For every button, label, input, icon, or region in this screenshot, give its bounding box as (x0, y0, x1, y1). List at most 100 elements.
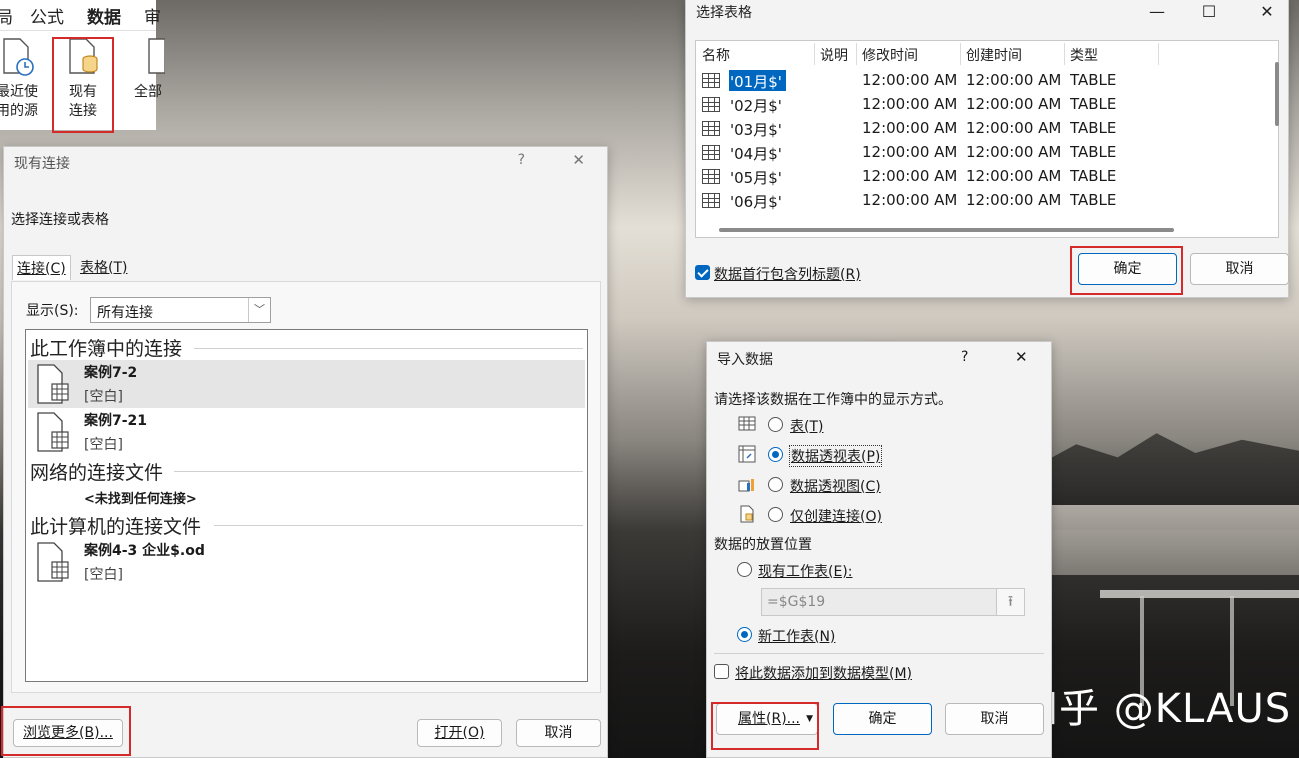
connection-name: 案例7-21 (84, 413, 148, 429)
column-header[interactable]: 说明 (820, 45, 848, 65)
existing-connections-button[interactable]: 现有 连接 (58, 37, 108, 121)
ribbon-tab-layout[interactable]: 局 (0, 3, 13, 28)
connections-list[interactable]: 此工作簿中的连接 案例7-2 [空白] 案例7-21 [空白] 网络的连接文件 … (25, 329, 588, 682)
group-divider (194, 348, 583, 349)
close-icon[interactable]: ✕ (572, 151, 585, 169)
ok-label: 确定 (868, 711, 897, 727)
browse-more-label: 浏览更多(B)... (23, 725, 113, 741)
column-header[interactable]: 修改时间 (862, 45, 918, 65)
properties-button[interactable]: 属性(R)... ▼ (716, 703, 818, 735)
radio-pivot-table[interactable] (768, 447, 783, 462)
chevron-down-icon[interactable]: ﹀ (248, 298, 270, 322)
data-model-checkbox-label[interactable]: 将此数据添加到数据模型(M) (735, 663, 912, 683)
radio-table[interactable] (768, 417, 783, 432)
column-header[interactable]: 类型 (1070, 45, 1098, 65)
row-type: TABLE (1070, 119, 1117, 137)
group-divider (214, 525, 583, 526)
horizontal-scrollbar[interactable] (719, 228, 1174, 232)
dialog-title: 选择表格 (696, 5, 752, 21)
ribbon-tab-review[interactable]: 审 (144, 3, 161, 28)
cancel-button[interactable]: 取消 (516, 719, 601, 747)
recent-sources-label-1: 最近使 (0, 84, 38, 100)
column-header[interactable]: 名称 (702, 45, 730, 65)
help-icon[interactable]: ? (518, 152, 525, 168)
ribbon-tab-data[interactable]: 数据 (87, 3, 121, 33)
tab-tables-label: 表格(T) (80, 260, 128, 276)
maximize-icon[interactable]: ☐ (1186, 0, 1232, 26)
existing-connections-label-2: 连接 (69, 103, 97, 119)
row-name: '06月$' (730, 193, 782, 211)
tab-connections[interactable]: 连接(C) (12, 255, 71, 280)
connection-item[interactable]: 案例7-2 [空白] (28, 360, 585, 408)
no-connections-text: <未找到任何连接> (84, 492, 197, 507)
row-modified: 12:00:00 AM (862, 191, 958, 209)
dropdown-arrow-icon[interactable]: ▼ (806, 704, 813, 734)
data-model-checkbox[interactable] (714, 664, 729, 679)
column-divider (1158, 43, 1159, 65)
radio-connection-only[interactable] (768, 507, 783, 522)
radio-new-sheet[interactable] (737, 627, 752, 642)
row-name: '05月$' (730, 169, 782, 187)
table-icon (738, 416, 756, 431)
cell-reference-input[interactable]: =$G$19 ⭱ (761, 588, 1025, 616)
open-button[interactable]: 打开(O) (417, 719, 502, 747)
header-row-checkbox[interactable] (695, 265, 710, 280)
recent-sources-button[interactable]: 最近使 用的源 (0, 37, 42, 121)
dialog-title: 现有连接 (14, 156, 70, 172)
show-select[interactable]: 所有连接 ﹀ (90, 297, 271, 323)
properties-label: 属性(R)... (738, 711, 801, 727)
display-prompt: 请选择该数据在工作簿中的显示方式。 (714, 392, 952, 408)
browse-more-button[interactable]: 浏览更多(B)... (13, 719, 123, 747)
cancel-label: 取消 (1225, 261, 1254, 277)
row-type: TABLE (1070, 167, 1117, 185)
connection-item[interactable]: 案例4-3 企业$.od [空白] (28, 538, 585, 586)
row-name: '02月$' (730, 97, 782, 115)
connection-name: 案例4-3 企业$.od (84, 543, 205, 559)
help-icon[interactable]: ? (961, 349, 968, 365)
tab-tables[interactable]: 表格(T) (76, 255, 131, 279)
table-list[interactable]: 名称 说明 修改时间 创建时间 类型 '01月$' 12:00:00 AM 12… (695, 40, 1279, 238)
radio-existing-sheet[interactable] (737, 562, 752, 577)
radio-pivot-chart[interactable] (768, 477, 783, 492)
vertical-scrollbar[interactable] (1275, 62, 1279, 126)
pivot-chart-icon (738, 479, 754, 492)
row-type: TABLE (1070, 143, 1117, 161)
radio-pivot-chart-label[interactable]: 数据透视图(C) (790, 476, 881, 496)
dialog-title: 导入数据 (717, 352, 773, 368)
close-icon[interactable]: ✕ (1244, 0, 1290, 26)
radio-new-sheet-label[interactable]: 新工作表(N) (758, 626, 835, 646)
existing-connections-dialog: 现有连接 ? ✕ 选择连接或表格 连接(C) 表格(T) 显示(S): 所有连接… (3, 146, 608, 758)
group-heading-network: 网络的连接文件 (30, 462, 164, 484)
ok-button[interactable]: 确定 (833, 703, 932, 735)
ribbon-tab-formulas[interactable]: 公式 (30, 3, 64, 28)
cancel-button[interactable]: 取消 (1190, 253, 1289, 285)
ok-button[interactable]: 确定 (1078, 253, 1177, 285)
row-type: TABLE (1070, 95, 1117, 113)
cancel-button[interactable]: 取消 (945, 703, 1044, 735)
refresh-all-icon (148, 38, 166, 74)
row-modified: 12:00:00 AM (862, 95, 958, 113)
connection-only-icon (740, 505, 754, 523)
ok-label: 确定 (1113, 261, 1142, 277)
minimize-icon[interactable]: — (1134, 0, 1180, 26)
cancel-label: 取消 (544, 725, 573, 741)
column-header[interactable]: 创建时间 (966, 45, 1022, 65)
existing-connections-label-1: 现有 (69, 84, 97, 100)
recent-sources-label-2: 用的源 (0, 103, 38, 119)
close-icon[interactable]: ✕ (1015, 348, 1028, 366)
row-name: '01月$' (730, 73, 782, 91)
collapse-dialog-icon[interactable]: ⭱ (996, 589, 1024, 615)
background-railing (1100, 590, 1299, 598)
header-row-checkbox-label[interactable]: 数据首行包含列标题(R) (714, 264, 861, 284)
tab-connections-label: 连接(C) (17, 261, 66, 277)
row-created: 12:00:00 AM (966, 119, 1062, 137)
connection-desc: [空白] (84, 567, 123, 583)
radio-pivot-table-label[interactable]: 数据透视表(P) (789, 445, 883, 467)
refresh-all-button[interactable]: 全部 (128, 37, 168, 102)
group-heading-computer: 此计算机的连接文件 (30, 516, 202, 538)
radio-connection-only-label[interactable]: 仅创建连接(O) (790, 506, 882, 526)
connection-item[interactable]: 案例7-21 [空白] (28, 408, 585, 456)
radio-table-label[interactable]: 表(T) (790, 416, 823, 436)
radio-existing-sheet-label[interactable]: 现有工作表(E): (758, 561, 853, 581)
cell-reference-value: =$G$19 (767, 594, 826, 610)
